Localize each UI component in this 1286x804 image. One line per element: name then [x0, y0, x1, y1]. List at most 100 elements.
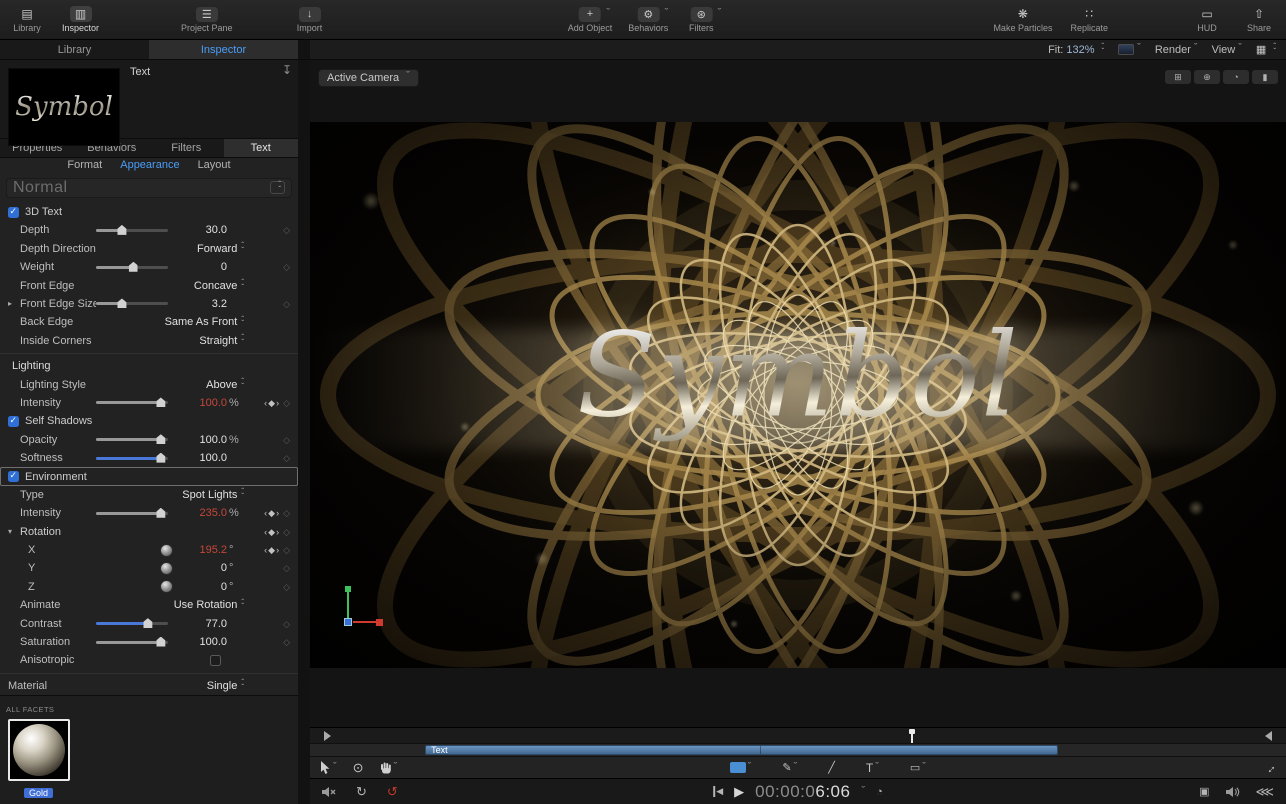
material-popup[interactable]: Single	[207, 680, 238, 692]
stepper-icon[interactable]	[241, 336, 244, 345]
add-object-button[interactable]: + Add Object	[568, 6, 612, 33]
stepper-icon[interactable]	[241, 244, 244, 253]
library-toolbar-button[interactable]: ▤ Library	[10, 6, 44, 33]
contrast-slider[interactable]	[96, 618, 168, 629]
hud-button[interactable]: ▭ HUD	[1190, 6, 1224, 33]
behaviors-button[interactable]: ⚙ Behaviors	[628, 6, 668, 33]
crosshair-icon[interactable]: ⊕	[1194, 70, 1220, 84]
material-name-label[interactable]: Gold	[24, 788, 54, 798]
keyframe-icon[interactable]	[283, 544, 290, 556]
inspector-toolbar-button[interactable]: ▥ Inspector	[62, 6, 99, 33]
go-to-start-icon[interactable]: ◀	[713, 786, 723, 797]
keyframe-nav-icon[interactable]	[264, 526, 280, 538]
opacity-value[interactable]: 100.0	[181, 434, 227, 446]
depth-value[interactable]: 30.0	[181, 224, 227, 236]
paint-stroke-tool[interactable]: ╱	[828, 761, 835, 774]
3d-text-checkbox[interactable]	[8, 206, 19, 218]
view-menu[interactable]: View	[1212, 44, 1242, 56]
slider-thumb[interactable]	[156, 507, 166, 518]
keyframe-icon[interactable]	[283, 618, 290, 630]
stepper-icon[interactable]	[241, 681, 244, 690]
z-rotation-value[interactable]: 0	[181, 581, 227, 593]
camera-icon[interactable]: ⊞	[1165, 70, 1191, 84]
bezier-tool[interactable]: ✎	[782, 761, 797, 775]
subtab-layout[interactable]: Layout	[198, 159, 231, 171]
y-rotation-dial[interactable]	[160, 561, 173, 575]
slider-thumb[interactable]	[128, 261, 138, 272]
keyframe-nav-icon[interactable]	[264, 544, 280, 556]
lighting-intensity-value[interactable]: 100.0	[181, 397, 227, 409]
softness-value[interactable]: 100.0	[181, 452, 227, 464]
3d-axis-indicator[interactable]	[344, 586, 383, 627]
environment-checkbox[interactable]	[8, 470, 19, 482]
speaker-icon[interactable]	[1225, 786, 1240, 798]
slider-thumb[interactable]	[117, 298, 127, 309]
material-thumbnail[interactable]	[8, 719, 70, 781]
keyframe-icon[interactable]	[283, 261, 290, 273]
slider-thumb[interactable]	[156, 452, 166, 463]
keyframe-icon[interactable]	[283, 507, 290, 519]
slider-thumb[interactable]	[143, 618, 153, 629]
playhead[interactable]	[909, 729, 916, 743]
share-button[interactable]: ⇧ Share	[1242, 6, 1276, 33]
collapse-panels-icon[interactable]: ⋘	[1256, 784, 1275, 800]
monitor-icon[interactable]: ▣	[1199, 785, 1209, 798]
slider-thumb[interactable]	[117, 224, 127, 235]
select-tool[interactable]	[320, 761, 337, 775]
tab-text[interactable]: Text	[223, 139, 298, 157]
saturation-slider[interactable]	[96, 636, 168, 647]
layout-grid-button[interactable]: ▦	[1256, 43, 1276, 56]
environment-intensity-slider[interactable]	[96, 507, 168, 518]
mask-tool[interactable]	[729, 761, 752, 775]
contrast-value[interactable]: 77.0	[181, 618, 227, 630]
replicate-button[interactable]: ∷ Replicate	[1070, 6, 1108, 33]
record-cycle-icon[interactable]: ↺	[387, 784, 398, 800]
tab-inspector[interactable]: Inspector	[149, 40, 298, 59]
keyframe-icon[interactable]	[283, 562, 290, 574]
stepper-icon[interactable]	[241, 380, 244, 389]
stepper-icon[interactable]	[241, 281, 244, 290]
layer-thumbnail[interactable]: Symbol	[8, 68, 120, 146]
slider-thumb[interactable]	[156, 434, 166, 445]
front-edge-popup[interactable]: Concave	[194, 280, 237, 292]
lighting-intensity-slider[interactable]	[96, 397, 168, 408]
stepper-icon[interactable]	[241, 318, 244, 327]
expand-timeline-icon[interactable]: ↔	[1261, 758, 1279, 776]
loop-playback-icon[interactable]: ↻	[356, 784, 367, 800]
y-rotation-value[interactable]: 0	[181, 562, 227, 574]
environment-intensity-value[interactable]: 235.0	[181, 507, 227, 519]
stepper-icon[interactable]	[241, 601, 244, 610]
rendered-frame[interactable]: Symbol	[310, 122, 1286, 668]
tab-library[interactable]: Library	[0, 40, 149, 59]
opacity-slider[interactable]	[96, 434, 168, 445]
keyframe-icon[interactable]	[283, 397, 290, 409]
z-rotation-dial[interactable]	[160, 580, 173, 594]
disclosure-triangle-icon[interactable]	[8, 299, 20, 308]
text-layer-clip[interactable]: Text	[425, 745, 1058, 755]
softness-slider[interactable]	[96, 452, 168, 463]
make-particles-button[interactable]: ❋ Make Particles	[993, 6, 1052, 33]
keyframe-nav-icon[interactable]	[264, 397, 280, 409]
keyframe-icon[interactable]	[283, 224, 290, 236]
duration-clock-icon[interactable]: ◔	[876, 786, 883, 798]
canvas-viewport[interactable]: Active Camera ⊞ ⊕ ◔ ▮	[310, 60, 1286, 727]
pin-icon[interactable]: ↧	[282, 63, 292, 77]
panel-icon[interactable]: ▮	[1252, 70, 1278, 84]
import-button[interactable]: ↓ Import	[293, 6, 327, 33]
keyframe-icon[interactable]	[283, 636, 290, 648]
clock-icon[interactable]: ◔	[1223, 70, 1249, 84]
in-point-marker-icon[interactable]	[324, 731, 331, 741]
shape-tool[interactable]: ▭	[910, 761, 926, 775]
mute-audio-icon[interactable]	[322, 786, 336, 798]
project-pane-button[interactable]: ☰ Project Pane	[181, 6, 233, 33]
keyframe-icon[interactable]	[283, 434, 290, 446]
transform-tool[interactable]: ⊙	[353, 760, 364, 776]
keyframe-nav-icon[interactable]	[264, 507, 280, 519]
keyframe-icon[interactable]	[283, 526, 290, 538]
x-rotation-dial[interactable]	[160, 543, 173, 557]
text-tool[interactable]: T	[866, 761, 879, 775]
subtab-appearance[interactable]: Appearance	[120, 159, 179, 171]
weight-value[interactable]: 0	[181, 261, 227, 273]
saturation-value[interactable]: 100.0	[181, 636, 227, 648]
filters-button[interactable]: ⊛ Filters	[684, 6, 718, 33]
